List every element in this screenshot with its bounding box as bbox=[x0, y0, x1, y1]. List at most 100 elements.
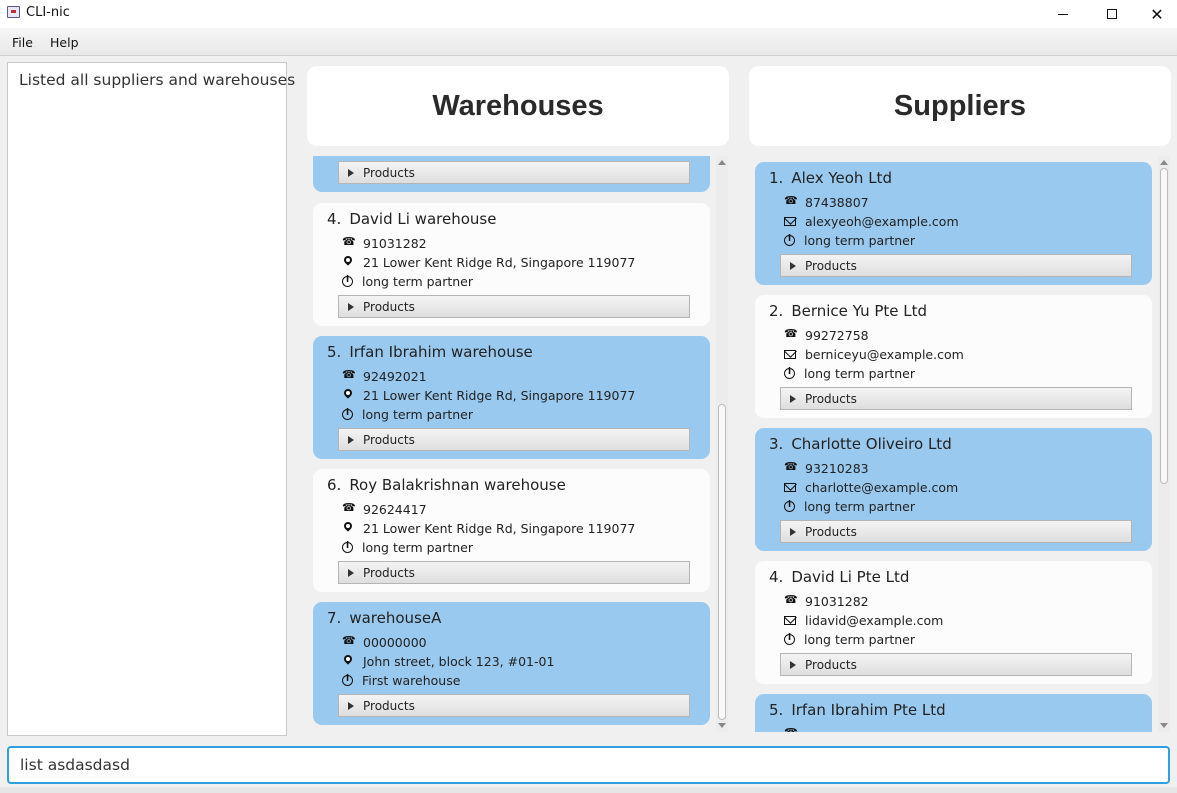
products-toggle[interactable]: Products bbox=[780, 520, 1132, 543]
remark-text: long term partner bbox=[362, 273, 473, 289]
warehouse-name-text: David Li warehouse bbox=[349, 210, 497, 228]
scroll-down-icon[interactable] bbox=[718, 723, 726, 728]
remark-row: First warehouse bbox=[342, 671, 460, 689]
supplier-list[interactable]: 1. Alex Yeoh Ltd 87438807 alexyeoh@exampl… bbox=[749, 156, 1157, 732]
email-icon bbox=[784, 349, 796, 359]
address-row: 21 Lower Kent Ridge Rd, Singapore 119077 bbox=[342, 386, 635, 404]
products-toggle[interactable]: Products bbox=[338, 561, 690, 584]
warehouse-card[interactable]: 5. Irfan Ibrahim warehouse 92492021 21 Lo… bbox=[313, 336, 710, 459]
supplier-card[interactable]: 1. Alex Yeoh Ltd 87438807 alexyeoh@exampl… bbox=[755, 162, 1152, 285]
location-pin-icon bbox=[342, 256, 354, 268]
expand-arrow-icon bbox=[348, 568, 354, 577]
remark-text: long term partner bbox=[804, 498, 915, 514]
location-pin-icon bbox=[342, 522, 354, 534]
info-icon bbox=[342, 541, 353, 553]
phone-row: 93210283 bbox=[784, 459, 869, 477]
email-icon bbox=[784, 216, 796, 226]
remark-row: long term partner bbox=[342, 272, 473, 290]
warehouse-name: 5. Irfan Ibrahim warehouse bbox=[327, 343, 533, 361]
scroll-thumb[interactable] bbox=[1160, 168, 1168, 484]
supplier-name-text: Bernice Yu Pte Ltd bbox=[791, 302, 928, 320]
phone-text: 92492021 bbox=[363, 368, 427, 384]
remark-row: long term partner bbox=[342, 538, 473, 556]
products-label: Products bbox=[363, 698, 415, 713]
phone-icon bbox=[784, 726, 798, 732]
result-display[interactable]: Listed all suppliers and warehouses bbox=[7, 62, 295, 736]
warehouse-card[interactable]: 6. Roy Balakrishnan warehouse 92624417 21… bbox=[313, 469, 710, 592]
phone-icon bbox=[784, 194, 798, 208]
warehouses-header: Warehouses bbox=[307, 66, 729, 146]
warehouse-index: 7. bbox=[327, 609, 342, 627]
products-label: Products bbox=[805, 524, 857, 539]
remark-text: long term partner bbox=[804, 365, 915, 381]
menu-file[interactable]: File bbox=[12, 35, 33, 50]
remark-text: long term partner bbox=[804, 631, 915, 647]
expand-arrow-icon bbox=[790, 394, 796, 403]
menu-bar: File Help bbox=[0, 28, 1177, 56]
location-pin-icon bbox=[342, 389, 354, 401]
close-button[interactable]: ✕ bbox=[1134, 0, 1177, 28]
expand-arrow-icon bbox=[348, 168, 354, 177]
info-icon bbox=[342, 275, 353, 287]
warehouse-name-text: Irfan Ibrahim warehouse bbox=[349, 343, 533, 361]
products-label: Products bbox=[363, 165, 415, 180]
warehouse-card[interactable]: 4. David Li warehouse 91031282 21 Lower K… bbox=[313, 203, 710, 326]
remark-row: long term partner bbox=[784, 497, 915, 515]
products-toggle[interactable]: Products bbox=[338, 295, 690, 318]
phone-icon bbox=[784, 327, 798, 341]
phone-text: 91031282 bbox=[805, 593, 869, 609]
warehouse-name: 6. Roy Balakrishnan warehouse bbox=[327, 476, 566, 494]
products-label: Products bbox=[363, 299, 415, 314]
products-toggle[interactable]: Products bbox=[338, 428, 690, 451]
maximize-button[interactable] bbox=[1089, 0, 1135, 28]
supplier-card[interactable]: 5. Irfan Ibrahim Pte Ltd bbox=[755, 694, 1152, 732]
warehouse-card[interactable]: 7. warehouseA 00000000 John street, block… bbox=[313, 602, 710, 725]
email-row: charlotte@example.com bbox=[784, 478, 958, 496]
email-row: alexyeoh@example.com bbox=[784, 212, 959, 230]
bottom-strip bbox=[0, 787, 1177, 793]
minimize-button[interactable] bbox=[1040, 0, 1086, 28]
scroll-up-icon[interactable] bbox=[1160, 160, 1168, 165]
command-box[interactable] bbox=[7, 746, 1170, 784]
expand-arrow-icon bbox=[790, 527, 796, 536]
menu-help[interactable]: Help bbox=[50, 35, 79, 50]
command-input[interactable] bbox=[20, 756, 1168, 774]
supplier-card[interactable]: 3. Charlotte Oliveiro Ltd 93210283 charlo… bbox=[755, 428, 1152, 551]
phone-icon bbox=[784, 593, 798, 607]
scroll-thumb[interactable] bbox=[718, 404, 726, 720]
remark-row: long term partner bbox=[342, 405, 473, 423]
info-icon bbox=[784, 234, 795, 246]
expand-arrow-icon bbox=[790, 261, 796, 270]
warehouse-card-partial[interactable]: Products bbox=[313, 156, 710, 192]
warehouse-scrollbar[interactable] bbox=[716, 156, 728, 732]
supplier-index: 3. bbox=[769, 435, 784, 453]
supplier-card[interactable]: 4. David Li Pte Ltd 91031282 lidavid@exam… bbox=[755, 561, 1152, 684]
supplier-index: 2. bbox=[769, 302, 784, 320]
phone-row bbox=[784, 725, 805, 732]
email-icon bbox=[784, 615, 796, 625]
scroll-down-icon[interactable] bbox=[1160, 723, 1168, 728]
phone-icon bbox=[342, 235, 356, 249]
phone-row: 87438807 bbox=[784, 193, 869, 211]
window-title: CLI-nic bbox=[26, 5, 70, 20]
warehouse-name-text: Roy Balakrishnan warehouse bbox=[349, 476, 566, 494]
products-toggle[interactable]: Products bbox=[338, 161, 690, 184]
supplier-name: 5. Irfan Ibrahim Pte Ltd bbox=[769, 701, 946, 719]
phone-row: 91031282 bbox=[784, 592, 869, 610]
products-toggle[interactable]: Products bbox=[780, 254, 1132, 277]
products-toggle[interactable]: Products bbox=[780, 387, 1132, 410]
warehouse-list[interactable]: Products 4. David Li warehouse 91031282 2… bbox=[307, 156, 715, 732]
supplier-card[interactable]: 2. Bernice Yu Pte Ltd 99272758 berniceyu@… bbox=[755, 295, 1152, 418]
result-message: Listed all suppliers and warehouses bbox=[19, 71, 296, 89]
phone-text: 92624417 bbox=[363, 501, 427, 517]
products-toggle[interactable]: Products bbox=[780, 653, 1132, 676]
phone-text: 00000000 bbox=[363, 634, 427, 650]
scroll-up-icon[interactable] bbox=[718, 160, 726, 165]
products-toggle[interactable]: Products bbox=[338, 694, 690, 717]
expand-arrow-icon bbox=[790, 660, 796, 669]
remark-text: First warehouse bbox=[362, 672, 461, 688]
supplier-scrollbar[interactable] bbox=[1158, 156, 1170, 732]
phone-row: 99272758 bbox=[784, 326, 869, 344]
info-icon bbox=[342, 674, 353, 686]
warehouse-index: 4. bbox=[327, 210, 342, 228]
